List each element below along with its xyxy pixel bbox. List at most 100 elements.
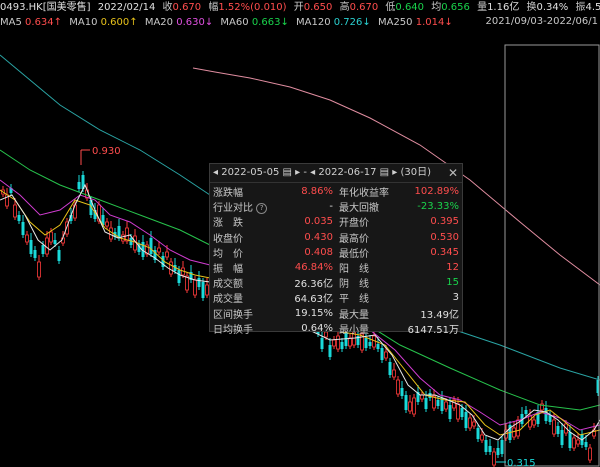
candle-body xyxy=(376,344,380,349)
candle-body xyxy=(157,247,161,253)
candle-body xyxy=(496,448,500,455)
ma60-field: MA60 0.663↓ xyxy=(220,17,289,28)
candle-body xyxy=(448,405,452,419)
stats-row: 涨跌幅 8.86% 年化收益率 102.89% xyxy=(213,184,459,199)
stat-label: 区间换手 xyxy=(213,309,253,321)
high-marker-text: 0.930 xyxy=(92,146,121,157)
candle-body xyxy=(388,362,392,375)
candle-body xyxy=(77,182,81,189)
interval-stats-panel: ◂ 2022-05-05 ▤ ▸ - ◂ 2022-06-17 ▤ ▸ (30日… xyxy=(209,163,463,336)
stat-label: 平 线 xyxy=(339,294,369,306)
candle-body xyxy=(584,442,588,447)
candle-body xyxy=(328,345,332,357)
candle-body xyxy=(576,439,580,445)
candle-body xyxy=(424,398,428,409)
ma120-field: MA120 0.726↓ xyxy=(296,17,371,28)
candle-body xyxy=(512,427,516,438)
stats-table: 涨跌幅 8.86% 年化收益率 102.89% 行业对比 ? - 最大回撤 -23.33% 涨 … xyxy=(213,184,459,336)
stats-row: 区间换手 19.15% 最大量 13.49亿 xyxy=(213,306,459,321)
stat-value: 102.89% xyxy=(414,186,460,198)
candle-body xyxy=(165,251,169,258)
candle-body xyxy=(532,419,536,426)
candle-body xyxy=(332,339,336,347)
stats-row: 成交额 26.36亿阴 线 15 xyxy=(213,275,459,290)
candle-body xyxy=(500,440,504,454)
stat-value: 0.530 xyxy=(430,231,459,243)
turnover-field: 换0.34% xyxy=(526,2,569,13)
stat-value: 0.408 xyxy=(304,246,333,258)
candle-body xyxy=(121,234,125,242)
ma20-field: MA20 0.630↓ xyxy=(144,17,214,28)
candle-body xyxy=(384,351,388,359)
symbol-label[interactable]: 0493.HK[国美零售] xyxy=(0,1,91,15)
stat-label: 行业对比 ? xyxy=(213,199,273,214)
candle-body xyxy=(472,421,476,427)
stat-value: 13.49亿 xyxy=(420,309,459,321)
stat-value: 8.86% xyxy=(301,186,333,198)
candle-body xyxy=(380,348,384,360)
stat-label: 最高价 xyxy=(339,233,369,245)
candle-body xyxy=(468,417,472,429)
candle-body xyxy=(29,240,33,254)
ma10-field: MA10 0.600↑ xyxy=(69,17,138,28)
stat-value: 0.395 xyxy=(430,216,459,228)
stat-value: 3 xyxy=(452,292,459,304)
candle-body xyxy=(364,338,368,348)
candle-body xyxy=(408,401,412,412)
stat-value: 0.035 xyxy=(304,216,333,228)
high-field: 高0.670 xyxy=(339,2,379,13)
close-icon[interactable]: ✕ xyxy=(448,164,458,182)
quote-bar: 0493.HK[国美零售] 2022/02/14 收0.670 幅1.52%(0… xyxy=(0,1,600,15)
candle-body xyxy=(25,234,29,243)
stat-value: 19.15% xyxy=(294,307,333,319)
stat-label: 振 幅 xyxy=(213,264,243,276)
stats-row: 振 幅 46.84% 阳 线 12 xyxy=(213,260,459,275)
stat-label: 涨跌幅 xyxy=(213,188,243,200)
candle-body xyxy=(588,447,592,461)
candle-body xyxy=(420,394,424,400)
stat-label: 年化收益率 xyxy=(339,188,389,200)
stat-label: 成交额 xyxy=(213,279,243,291)
stat-label: 最大量 xyxy=(339,309,369,321)
low-field: 低0.640 xyxy=(385,2,425,13)
stat-label: 阴 线 xyxy=(339,279,369,291)
candle-body xyxy=(53,240,57,244)
end-date-picker[interactable]: ◂ 2022-06-17 ▤ ▸ xyxy=(310,164,397,182)
candle-body xyxy=(444,401,448,410)
stats-row: 成交量 64.63亿平 线 3 xyxy=(213,290,459,305)
stat-label: 收盘价 xyxy=(213,233,243,245)
candle-body xyxy=(125,227,129,242)
candle-body xyxy=(560,430,564,445)
candle-body xyxy=(13,204,17,218)
low-marker-text: 0.315 xyxy=(507,458,536,467)
stat-label: 最大回撤 xyxy=(339,203,379,215)
candle-body xyxy=(201,282,205,298)
candle-body xyxy=(149,238,153,254)
help-icon: ? xyxy=(256,202,268,214)
ma250-field: MA250 1.014↓ xyxy=(377,17,453,28)
candle-body xyxy=(348,337,352,347)
stat-label: 成交量 xyxy=(213,294,243,306)
stats-row: 均 价 0.408 最低价 0.345 xyxy=(213,245,459,260)
ma5-field: MA5 0.634↑ xyxy=(0,17,63,28)
stat-label: 最低价 xyxy=(339,248,369,260)
close-field: 收0.670 xyxy=(162,2,202,13)
stat-value: 0.430 xyxy=(304,231,333,243)
stat-value: - xyxy=(329,201,333,213)
candle-body xyxy=(33,250,37,258)
candle-body xyxy=(484,440,488,452)
candle-body xyxy=(460,408,464,417)
start-date-picker[interactable]: ◂ 2022-05-05 ▤ ▸ xyxy=(213,164,300,182)
candle-body xyxy=(177,270,181,283)
stat-value: 0.64% xyxy=(301,322,333,334)
candle-body xyxy=(404,395,408,410)
stat-value: 64.63亿 xyxy=(294,294,333,306)
avg-field: 均0.656 xyxy=(431,2,470,13)
candle-body xyxy=(476,428,480,439)
candle-body xyxy=(400,388,404,396)
candle-body xyxy=(57,250,61,261)
candle-body xyxy=(568,432,572,448)
candle-body xyxy=(193,279,197,296)
candle-body xyxy=(41,245,45,254)
stat-label: 日均换手 xyxy=(213,324,253,336)
